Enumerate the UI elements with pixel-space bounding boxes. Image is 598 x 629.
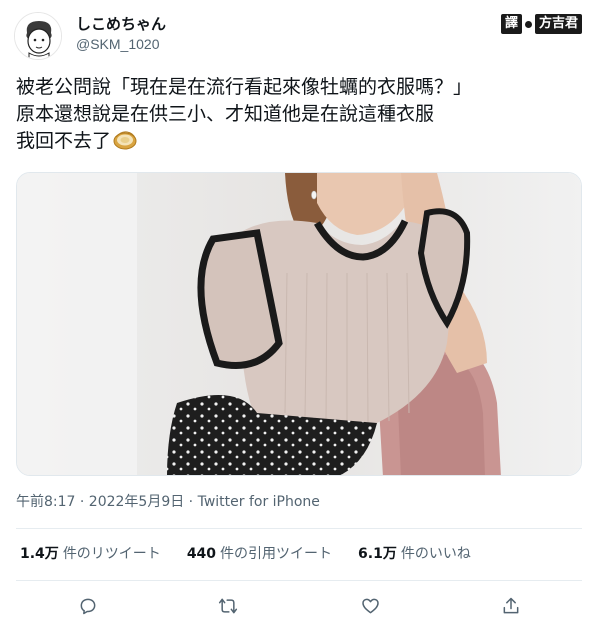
retweet-icon[interactable] <box>216 594 240 618</box>
watermark-name: 方吉君 <box>534 14 582 34</box>
tweet-timestamp[interactable]: 午前8:17 · 2022年5月9日 · Twitter for iPhone <box>16 492 320 512</box>
tweet-line-2: 原本還想說是在供三小、才知道他是在說這種衣服 <box>16 103 435 125</box>
avatar-illustration <box>15 13 61 59</box>
like-icon[interactable] <box>358 594 382 618</box>
like-label: 件のいいね <box>400 546 471 562</box>
tweet-detail: しこめちゃん @SKM_1020 譯 方吉君 被老公問說「現在是在流行看起來像牡… <box>0 0 598 629</box>
user-names: しこめちゃん @SKM_1020 <box>76 14 166 54</box>
tweet-line-3-text: 我回不去了 <box>16 130 112 152</box>
divider-top <box>16 528 582 529</box>
photo-illustration <box>17 173 581 475</box>
stat-retweets[interactable]: 1.4万 件のリツイート <box>20 544 161 564</box>
watermark-dot <box>524 20 532 28</box>
tweet-line-1: 被老公問說「現在是在流行看起來像牡蠣的衣服嗎？」 <box>16 76 473 98</box>
tweet-text: 被老公問說「現在是在流行看起來像牡蠣的衣服嗎？」 原本還想說是在供三小、才知道他… <box>16 74 582 159</box>
oyster-icon <box>113 129 137 159</box>
quote-count: 440 <box>186 546 217 562</box>
tweet-line-3: 我回不去了 <box>16 128 582 159</box>
action-bar <box>0 590 598 620</box>
engagement-stats: 1.4万 件のリツイート 440 件の引用ツイート 6.1万 件のいいね <box>20 544 471 564</box>
share-icon[interactable] <box>499 594 523 618</box>
watermark-prefix: 譯 <box>500 14 522 34</box>
divider-bottom <box>16 580 582 581</box>
quote-label: 件の引用ツイート <box>220 546 333 562</box>
user-handle[interactable]: @SKM_1020 <box>76 34 166 54</box>
retweet-label: 件のリツイート <box>62 546 161 562</box>
stat-likes[interactable]: 6.1万 件のいいね <box>358 544 471 564</box>
retweet-count: 1.4万 <box>20 546 59 562</box>
avatar[interactable] <box>14 12 62 60</box>
tweet-photo[interactable] <box>16 172 582 476</box>
display-name[interactable]: しこめちゃん <box>76 14 166 34</box>
stat-quotes[interactable]: 440 件の引用ツイート <box>187 544 332 564</box>
like-count: 6.1万 <box>358 546 397 562</box>
translator-watermark: 譯 方吉君 <box>500 14 582 34</box>
reply-icon[interactable] <box>76 594 100 618</box>
